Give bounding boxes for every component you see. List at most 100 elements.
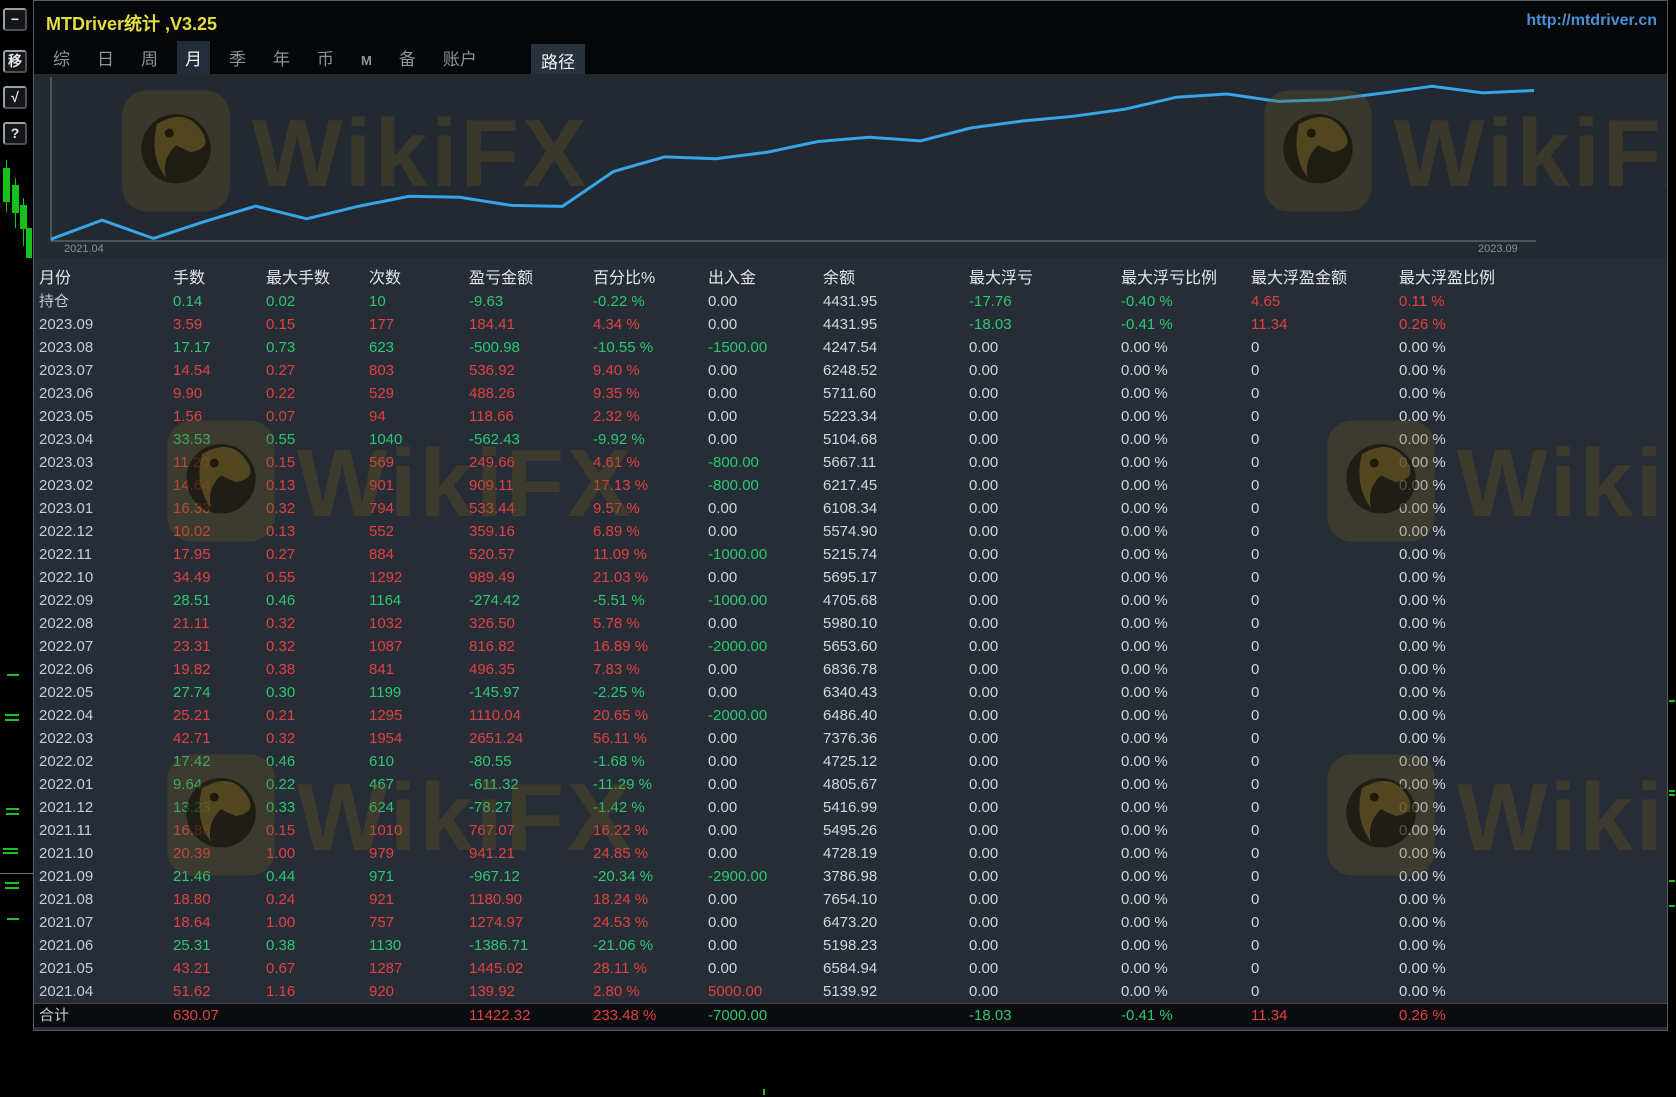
cell-count: 10 [369,290,469,313]
path-button[interactable]: 路径 [531,44,585,77]
cell-mfl_pct: 0.00 % [1121,888,1251,911]
table-row-2023.02[interactable]: 2023.0214.640.13901909.1117.13 %-800.006… [34,474,1667,497]
cell-mfp_pct: 0.11 % [1399,290,1667,313]
cell-pct: -2.25 % [593,681,708,704]
menu-item-币[interactable]: 币 [309,41,342,74]
cell-max_lots: 0.46 [266,589,369,612]
total-cell-pct: 233.48 % [593,1004,708,1027]
table-row-2022.07[interactable]: 2022.0723.310.321087816.8216.89 %-2000.0… [34,635,1667,658]
cell-inout: 0.00 [708,313,823,336]
table-row-2022.04[interactable]: 2022.0425.210.2112951110.0420.65 %-2000.… [34,704,1667,727]
cell-mfp: 4.65 [1251,290,1399,313]
cell-pnl: 1180.90 [469,888,593,911]
cell-balance: 4431.95 [823,290,969,313]
menu-item-月[interactable]: 月 [177,41,210,74]
table-row-2022.08[interactable]: 2022.0821.110.321032326.505.78 %0.005980… [34,612,1667,635]
cell-lots: 17.17 [173,336,266,359]
cell-pct: -21.06 % [593,934,708,957]
table-row-2023.08[interactable]: 2023.0817.170.73623-500.98-10.55 %-1500.… [34,336,1667,359]
mtdriver-link[interactable]: http://mtdriver.cn [1526,12,1657,30]
cell-count: 1954 [369,727,469,750]
cell-mfp_pct: 0.00 % [1399,980,1667,1003]
table-row-2021.12[interactable]: 2021.1213.230.33624-78.27-1.42 %0.005416… [34,796,1667,819]
cell-month: 2021.05 [39,957,173,980]
cell-mfp_pct: 0.00 % [1399,520,1667,543]
table-row-2021.08[interactable]: 2021.0818.800.249211180.9018.24 %0.00765… [34,888,1667,911]
table-row-2021.04[interactable]: 2021.0451.621.16920139.922.80 %5000.0051… [34,980,1667,1003]
cell-count: 467 [369,773,469,796]
menu-item-周[interactable]: 周 [133,41,166,74]
table-row-2022.12[interactable]: 2022.1210.020.13552359.166.89 %0.005574.… [34,520,1667,543]
cell-mfl: 0.00 [969,405,1121,428]
cell-pnl: 1274.97 [469,911,593,934]
table-row-2021.06[interactable]: 2021.0625.310.381130-1386.71-21.06 %0.00… [34,934,1667,957]
cell-mfl: 0.00 [969,750,1121,773]
table-row-2022.05[interactable]: 2022.0527.740.301199-145.97-2.25 %0.0063… [34,681,1667,704]
table-row-2023.03[interactable]: 2023.0311.200.15569249.664.61 %-800.0056… [34,451,1667,474]
cell-pct: -10.55 % [593,336,708,359]
cell-balance: 5667.11 [823,451,969,474]
column-header-10: 最大浮盈金额 [1251,267,1399,290]
cell-lots: 1.56 [173,405,266,428]
menu-item-账户[interactable]: 账户 [435,41,485,74]
cell-balance: 5495.26 [823,819,969,842]
table-row-2021.07[interactable]: 2021.0718.641.007571274.9724.53 %0.00647… [34,911,1667,934]
table-row-2023.06[interactable]: 2023.069.900.22529488.269.35 %0.005711.6… [34,382,1667,405]
cell-mfp_pct: 0.00 % [1399,934,1667,957]
menu-item-备[interactable]: 备 [391,41,424,74]
cell-mfl_pct: 0.00 % [1121,336,1251,359]
cell-count: 610 [369,750,469,773]
cell-month: 2021.07 [39,911,173,934]
help-button[interactable]: ? [3,122,27,145]
cell-mfp_pct: 0.26 % [1399,313,1667,336]
cell-lots: 11.20 [173,451,266,474]
cell-pnl: 184.41 [469,313,593,336]
table-row-持仓[interactable]: 持仓0.140.0210-9.63-0.22 %0.004431.95-17.7… [34,290,1667,313]
menu-item-M[interactable]: M [353,47,380,74]
table-row-2023.04[interactable]: 2023.0433.530.551040-562.43-9.92 %0.0051… [34,428,1667,451]
cell-balance: 6217.45 [823,474,969,497]
table-row-2021.11[interactable]: 2021.1116.880.151010767.0716.22 %0.00549… [34,819,1667,842]
table-row-2022.06[interactable]: 2022.0619.820.38841496.357.83 %0.006836.… [34,658,1667,681]
table-total-row[interactable]: 合计630.0711422.32233.48 %-7000.00-18.03-0… [34,1003,1667,1027]
check-button[interactable]: √ [3,86,27,109]
minimize-button[interactable]: − [3,8,27,31]
cell-mfp: 0 [1251,405,1399,428]
table-row-2022.02[interactable]: 2022.0217.420.46610-80.55-1.68 %0.004725… [34,750,1667,773]
cell-max_lots: 0.07 [266,405,369,428]
total-cell-mfl: -18.03 [969,1004,1121,1027]
table-row-2023.09[interactable]: 2023.093.590.15177184.414.34 %0.004431.9… [34,313,1667,336]
table-row-2021.09[interactable]: 2021.0921.460.44971-967.12-20.34 %-2900.… [34,865,1667,888]
cell-inout: -1000.00 [708,589,823,612]
menu-item-季[interactable]: 季 [221,41,254,74]
cell-mfp: 0 [1251,520,1399,543]
table-row-2022.01[interactable]: 2022.019.640.22467-611.32-11.29 %0.00480… [34,773,1667,796]
menu-item-日[interactable]: 日 [89,41,122,74]
indicator-dash [5,719,19,721]
table-row-2022.11[interactable]: 2022.1117.950.27884520.5711.09 %-1000.00… [34,543,1667,566]
menu-item-综[interactable]: 综 [45,41,78,74]
table-row-2023.07[interactable]: 2023.0714.540.27803536.929.40 %0.006248.… [34,359,1667,382]
total-cell-pnl: 11422.32 [469,1004,593,1027]
table-row-2023.05[interactable]: 2023.051.560.0794118.662.32 %0.005223.34… [34,405,1667,428]
cell-inout: -2900.00 [708,865,823,888]
column-header-8: 最大浮亏 [969,267,1121,290]
cell-pct: 24.85 % [593,842,708,865]
table-row-2021.10[interactable]: 2021.1020.391.00979941.2124.85 %0.004728… [34,842,1667,865]
cell-inout: 0.00 [708,796,823,819]
cell-month: 2022.11 [39,543,173,566]
table-row-2022.09[interactable]: 2022.0928.510.461164-274.42-5.51 %-1000.… [34,589,1667,612]
menu-item-年[interactable]: 年 [265,41,298,74]
table-row-2021.05[interactable]: 2021.0543.210.6712871445.0228.11 %0.0065… [34,957,1667,980]
cell-balance: 5711.60 [823,382,969,405]
cell-pnl: 533.44 [469,497,593,520]
cell-mfl_pct: 0.00 % [1121,681,1251,704]
cell-pnl: 1110.04 [469,704,593,727]
x-axis-end-label: 2023.09 [1478,243,1518,255]
table-row-2022.10[interactable]: 2022.1034.490.551292989.4921.03 %0.00569… [34,566,1667,589]
table-row-2023.01[interactable]: 2023.0116.330.32794533.449.57 %0.006108.… [34,497,1667,520]
table-row-2022.03[interactable]: 2022.0342.710.3219542651.2456.11 %0.0073… [34,727,1667,750]
move-button[interactable]: 移 [3,50,27,73]
cell-month: 2022.01 [39,773,173,796]
cell-pct: 28.11 % [593,957,708,980]
